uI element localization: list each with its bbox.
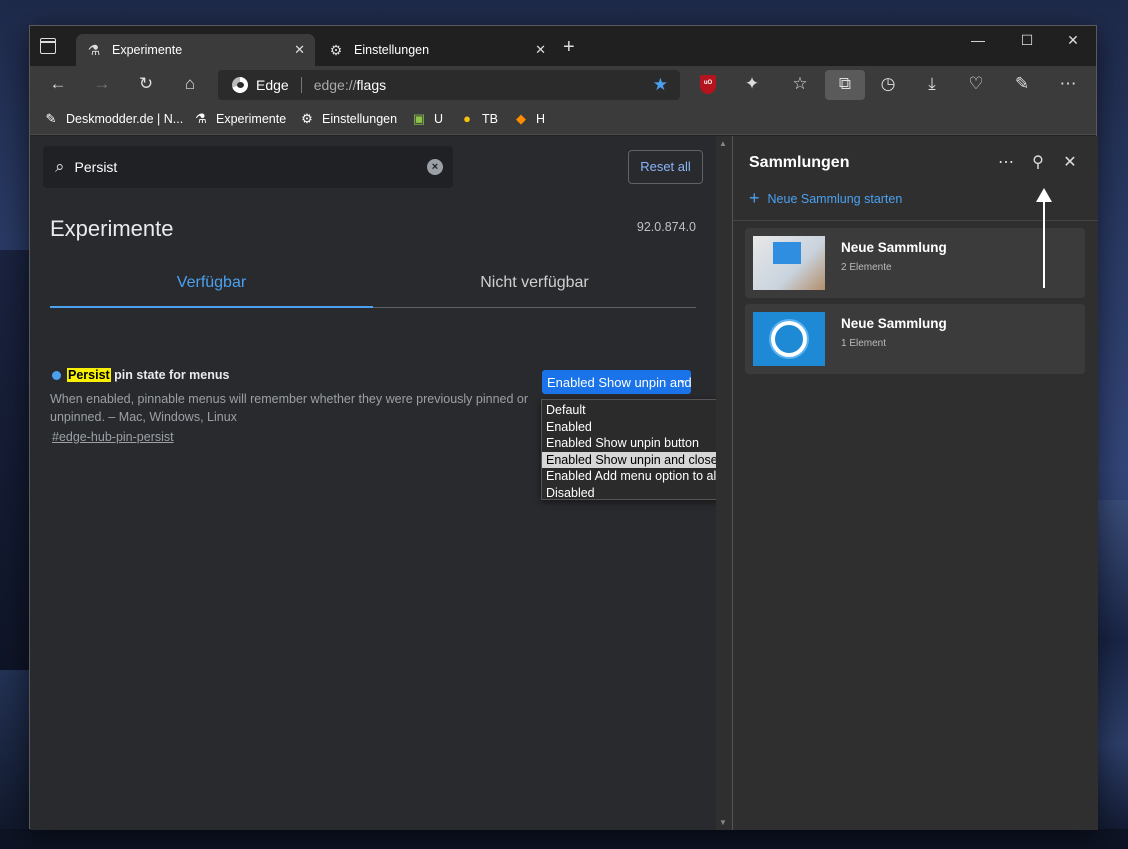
scroll-up-icon[interactable]: ▲: [719, 139, 727, 148]
title-bar: ⚗ Experimente ✕ ⚙ Einstellungen ✕ + — ☐ …: [30, 26, 1096, 66]
more-options-icon[interactable]: ⋯: [995, 152, 1017, 172]
close-window-icon[interactable]: ✕: [1058, 32, 1088, 49]
more-menu-icon[interactable]: ⋯: [1056, 74, 1080, 94]
collection-thumbnail: [753, 312, 825, 366]
cortana-ring-icon: [771, 321, 807, 357]
collection-count: 2 Elemente: [841, 262, 892, 273]
flag-description: When enabled, pinnable menus will rememb…: [50, 392, 529, 424]
favorite-tb[interactable]: ● TB: [460, 111, 498, 126]
new-tab-icon[interactable]: +: [563, 36, 575, 59]
tab-label: Einstellungen: [354, 43, 430, 57]
wallpaper-left: [0, 250, 30, 670]
clear-search-icon[interactable]: ×: [427, 159, 443, 175]
search-input[interactable]: Persist: [75, 159, 118, 175]
tab-indicator: [50, 306, 373, 308]
unpin-icon[interactable]: ⚲: [1027, 152, 1049, 172]
collections-title: Sammlungen: [749, 154, 850, 171]
favorite-deskmodder[interactable]: ✎ Deskmodder.de | N...: [44, 111, 184, 127]
disc-icon: ●: [463, 111, 471, 126]
flag-title-highlight: Persist: [67, 368, 111, 382]
address-separator: [300, 77, 302, 93]
edge-logo-icon: [232, 77, 248, 93]
site-label: Edge: [256, 77, 289, 93]
app-icon: ◆: [516, 111, 526, 126]
tab-unavailable[interactable]: Nicht verfügbar: [373, 274, 696, 292]
flags-tabs: Verfügbar Nicht verfügbar: [50, 262, 696, 308]
flag-select[interactable]: Enabled Show unpin and close buttons ⌄: [542, 370, 691, 394]
flag-modified-dot: [52, 370, 61, 380]
collection-name: Neue Sammlung: [841, 240, 947, 255]
favorite-einstellungen[interactable]: ⚙ Einstellungen: [300, 111, 397, 127]
favorite-label: U: [434, 112, 444, 126]
page-title: Experimente: [50, 216, 174, 241]
url-scheme: edge://: [313, 77, 357, 93]
flask-icon: ⚗: [195, 111, 207, 126]
tab-einstellungen[interactable]: ⚙ Einstellungen ✕: [318, 34, 556, 66]
close-pane-icon[interactable]: ✕: [1059, 152, 1081, 172]
favorite-folder-u[interactable]: ▣ U: [412, 111, 443, 127]
forward-icon[interactable]: →: [90, 74, 114, 94]
pen-icon[interactable]: ✎: [1010, 74, 1034, 94]
favorite-experimente[interactable]: ⚗ Experimente: [194, 111, 286, 127]
maximize-icon[interactable]: ☐: [1012, 32, 1042, 49]
favorites-bar: ✎ Deskmodder.de | N... ⚗ Experimente ⚙ E…: [30, 104, 1096, 135]
favorite-label: Deskmodder.de | N...: [66, 112, 184, 126]
collection-count: 1 Element: [841, 338, 887, 349]
wallpaper-right: [1096, 500, 1128, 849]
annotation-arrow: [1043, 200, 1045, 288]
new-collection-label: Neue Sammlung starten: [767, 191, 903, 206]
gear-icon: ⚙: [329, 41, 343, 58]
favorite-label: TB: [482, 111, 498, 126]
collection-card[interactable]: Neue Sammlung 1 Element: [745, 304, 1085, 374]
flags-page: ⌕ Persist × Reset all Experimente 92.0.8…: [30, 136, 831, 830]
flag-title-text: pin state for menus: [110, 368, 230, 382]
version-label: 92.0.874.0: [636, 220, 696, 234]
url-host: flags: [356, 77, 387, 93]
new-collection-button[interactable]: + Neue Sammlung starten: [749, 188, 902, 209]
toolbar: ← → ↻ ⌂ Edge edge:// flags ★ uO ✦ ☆ ⧉ ◷ …: [30, 66, 1096, 104]
deskmodder-icon: ✎: [45, 111, 57, 126]
close-tab-icon[interactable]: ✕: [535, 42, 546, 58]
close-tab-icon[interactable]: ✕: [294, 42, 305, 58]
address-bar[interactable]: Edge edge:// flags ★: [218, 70, 680, 100]
search-icon: ⌕: [55, 157, 65, 176]
favorite-label: Einstellungen: [322, 112, 398, 126]
reset-all-button[interactable]: Reset all: [628, 150, 703, 184]
scrollbar[interactable]: ▲ ▼: [716, 136, 732, 830]
refresh-icon[interactable]: ↻: [134, 74, 158, 94]
flag-select-value: Enabled Show unpin and close buttons: [547, 374, 691, 390]
wallpaper-bottom: [0, 829, 1128, 849]
minimize-icon[interactable]: —: [963, 32, 993, 48]
tab-actions-icon[interactable]: [40, 38, 56, 54]
browser-window: ⚗ Experimente ✕ ⚙ Einstellungen ✕ + — ☐ …: [29, 25, 1098, 830]
plus-icon: +: [749, 188, 760, 208]
gear-icon: ⚙: [301, 111, 313, 126]
flask-icon: ⚗: [87, 41, 101, 58]
collection-name: Neue Sammlung: [841, 316, 947, 331]
favorite-label: Experimente: [216, 112, 287, 126]
collection-card[interactable]: Neue Sammlung 2 Elemente: [745, 228, 1085, 298]
ublock-extension-icon[interactable]: uO: [700, 75, 716, 94]
favorites-icon[interactable]: ☆: [788, 74, 812, 94]
collections-icon[interactable]: ⧉: [833, 74, 857, 94]
collection-thumbnail: [753, 236, 825, 290]
extensions-icon[interactable]: ✦: [740, 74, 764, 94]
tab-available[interactable]: Verfügbar: [50, 274, 373, 292]
chevron-down-icon: ⌄: [677, 374, 687, 386]
downloads-icon[interactable]: ⤓: [920, 74, 944, 94]
flags-search-box[interactable]: ⌕ Persist ×: [43, 146, 453, 188]
folder-icon: ▣: [412, 111, 426, 126]
favorite-h[interactable]: ◆ H: [514, 111, 545, 127]
home-icon[interactable]: ⌂: [178, 74, 202, 94]
tab-label: Experimente: [112, 43, 183, 57]
windows-logo-icon: [773, 242, 801, 264]
history-icon[interactable]: ◷: [876, 74, 900, 94]
back-icon[interactable]: ←: [46, 74, 70, 94]
favorite-star-icon[interactable]: ★: [653, 75, 668, 95]
favorite-label: H: [536, 112, 546, 126]
tab-experimente[interactable]: ⚗ Experimente ✕: [76, 34, 315, 66]
scroll-down-icon[interactable]: ▼: [719, 818, 727, 827]
browser-essentials-icon[interactable]: ♡: [964, 74, 988, 94]
